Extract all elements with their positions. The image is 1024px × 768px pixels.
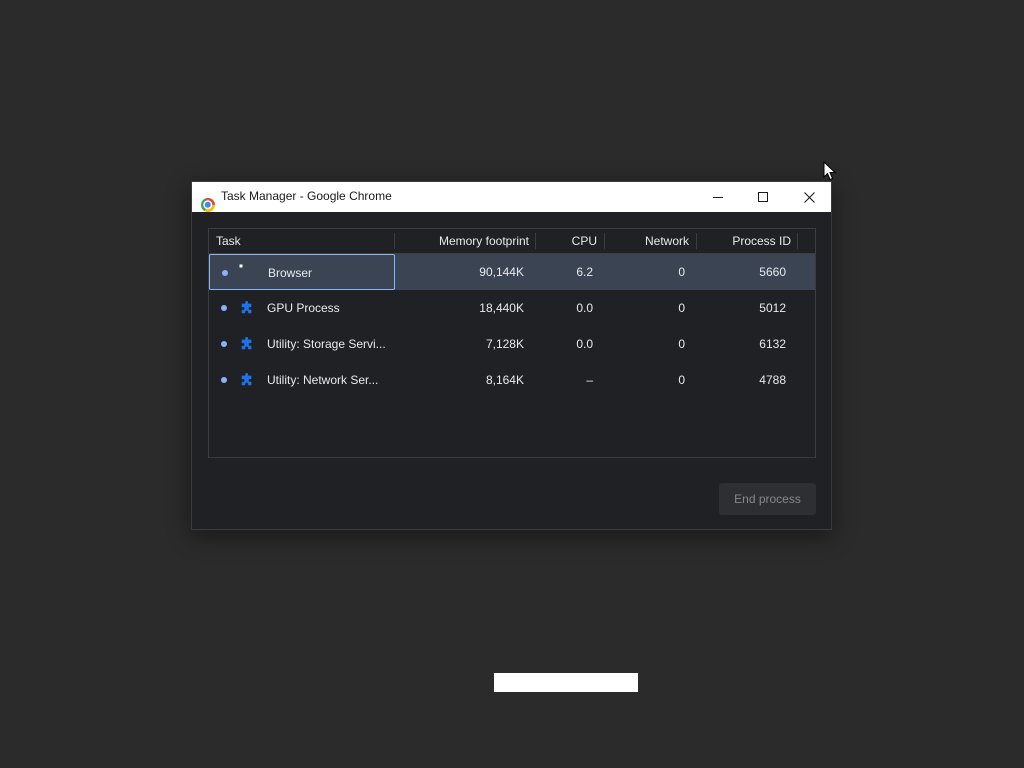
column-divider[interactable]	[394, 233, 395, 249]
table-row[interactable]: Browser 90,144K 6.2 0 5660	[209, 254, 815, 290]
task-manager-window: Task Manager - Google Chrome Task Memory…	[191, 181, 832, 530]
task-name: Utility: Network Ser...	[267, 373, 379, 387]
status-dot	[222, 270, 228, 276]
column-header-task[interactable]: Task	[216, 229, 241, 253]
blank-tooltip	[494, 673, 638, 692]
process-id-value: 5012	[759, 301, 786, 315]
minimize-button[interactable]	[695, 182, 741, 212]
cpu-value: –	[586, 373, 593, 387]
memory-value: 8,164K	[485, 373, 524, 387]
process-table: Task Memory footprint CPU Network Proces…	[208, 228, 816, 458]
chrome-icon	[201, 198, 215, 212]
desktop: Task Manager - Google Chrome Task Memory…	[0, 0, 1024, 768]
close-icon	[803, 191, 815, 203]
column-divider[interactable]	[797, 233, 798, 249]
status-dot	[221, 341, 227, 347]
column-divider[interactable]	[535, 233, 536, 249]
cpu-value: 6.2	[576, 265, 593, 279]
task-cell[interactable]: Browser	[209, 254, 395, 290]
memory-value: 18,440K	[479, 301, 524, 315]
window-title: Task Manager - Google Chrome	[221, 189, 392, 203]
column-header-network[interactable]: Network	[645, 229, 689, 253]
task-name: GPU Process	[267, 301, 340, 315]
process-id-value: 6132	[759, 337, 786, 351]
puzzle-icon	[241, 301, 252, 314]
table-row[interactable]: Utility: Storage Servi... 7,128K 0.0 0 6…	[209, 326, 815, 362]
task-cell[interactable]: GPU Process	[209, 290, 395, 326]
network-value: 0	[678, 337, 685, 351]
task-cell[interactable]: Utility: Network Ser...	[209, 362, 395, 398]
memory-value: 7,128K	[485, 337, 524, 351]
network-value: 0	[678, 301, 685, 315]
memory-value: 90,144K	[479, 265, 524, 279]
title-bar[interactable]: Task Manager - Google Chrome	[192, 182, 831, 212]
maximize-icon	[758, 192, 768, 202]
status-dot	[221, 305, 227, 311]
table-row[interactable]: Utility: Network Ser... 8,164K – 0 4788	[209, 362, 815, 398]
table-header: Task Memory footprint CPU Network Proces…	[209, 229, 815, 254]
column-header-process-id[interactable]: Process ID	[732, 229, 791, 253]
puzzle-icon	[241, 337, 252, 350]
cpu-value: 0.0	[576, 301, 593, 315]
network-value: 0	[678, 373, 685, 387]
maximize-button[interactable]	[740, 182, 786, 212]
task-name: Utility: Storage Servi...	[267, 337, 386, 351]
task-name: Browser	[268, 266, 313, 280]
end-process-button[interactable]: End process	[719, 483, 816, 515]
process-id-value: 5660	[759, 265, 786, 279]
process-id-value: 4788	[759, 373, 786, 387]
puzzle-icon	[241, 373, 252, 386]
task-cell[interactable]: Utility: Storage Servi...	[209, 326, 395, 362]
close-button[interactable]	[786, 182, 832, 212]
column-header-memory[interactable]: Memory footprint	[439, 229, 529, 253]
network-value: 0	[678, 265, 685, 279]
minimize-icon	[713, 197, 723, 198]
column-divider[interactable]	[604, 233, 605, 249]
mouse-cursor-icon	[823, 161, 837, 181]
cpu-value: 0.0	[576, 337, 593, 351]
status-dot	[221, 377, 227, 383]
column-divider[interactable]	[696, 233, 697, 249]
table-row[interactable]: GPU Process 18,440K 0.0 0 5012	[209, 290, 815, 326]
column-header-cpu[interactable]: CPU	[572, 229, 597, 253]
